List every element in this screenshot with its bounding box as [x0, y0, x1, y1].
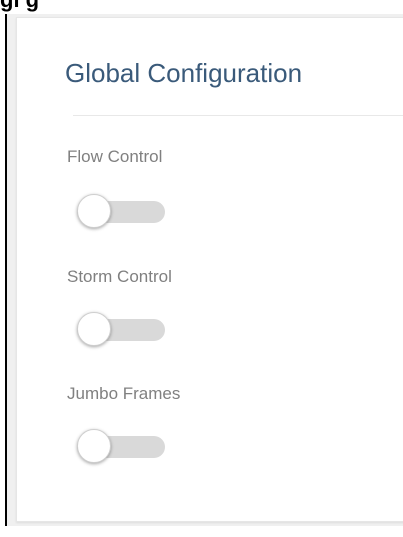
storm-control-toggle[interactable]: [77, 312, 167, 346]
storm-control-toggle-knob: [77, 312, 111, 346]
global-configuration-panel: Global Configuration Flow Control Storm …: [16, 17, 403, 522]
title-divider: [73, 115, 403, 116]
cropped-heading-text: gl g: [0, 0, 39, 13]
jumbo-frames-toggle[interactable]: [77, 429, 167, 463]
jumbo-frames-label: Jumbo Frames: [67, 384, 181, 403]
panel-title: Global Configuration: [65, 58, 303, 88]
flow-control-toggle-knob: [77, 194, 111, 228]
content-frame: Global Configuration Flow Control Storm …: [5, 14, 403, 526]
flow-control-toggle[interactable]: [77, 194, 167, 228]
storm-control-label: Storm Control: [67, 267, 172, 286]
cropped-heading: gl g: [0, 0, 403, 14]
flow-control-label: Flow Control: [67, 147, 163, 166]
jumbo-frames-toggle-knob: [77, 429, 111, 463]
